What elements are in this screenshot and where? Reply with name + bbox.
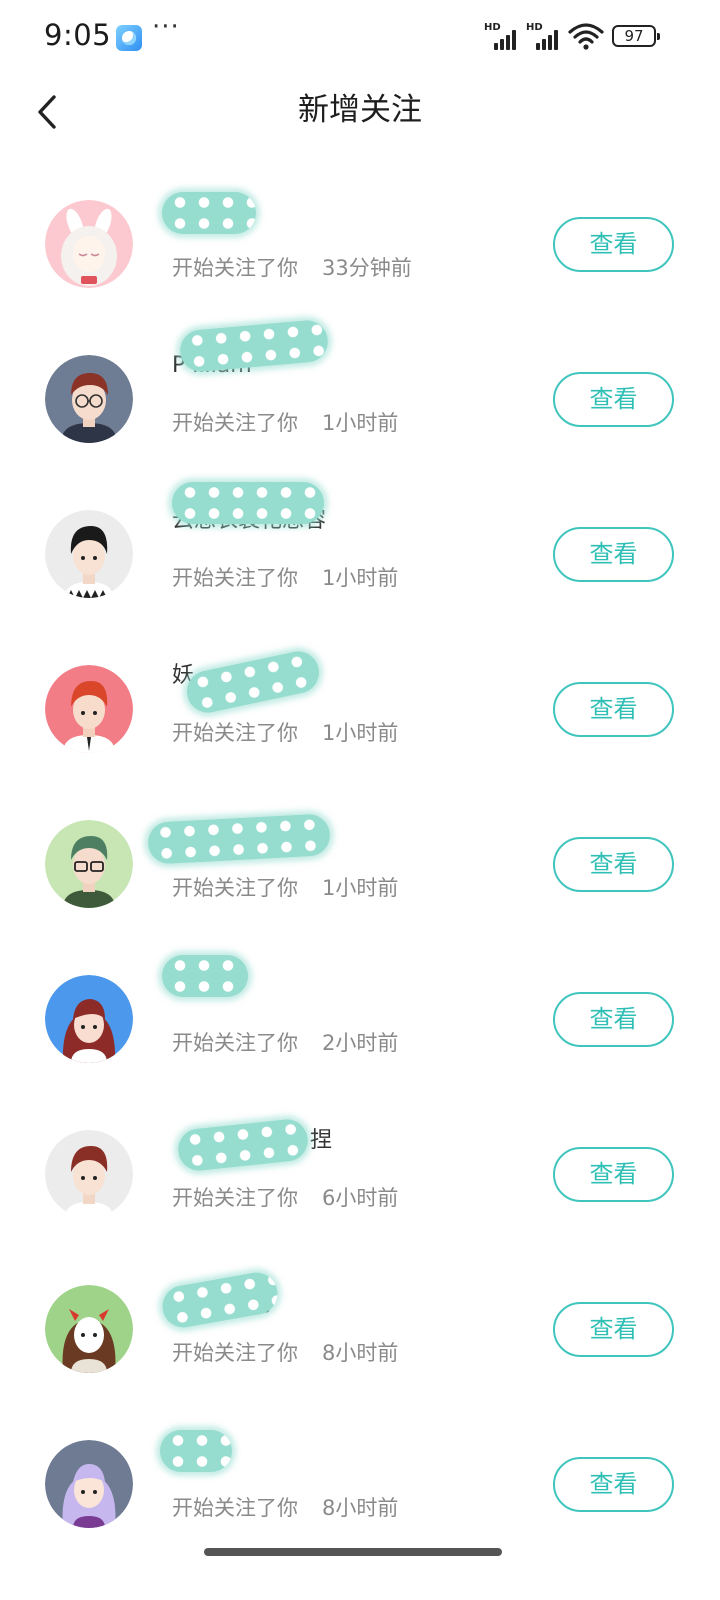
avatar[interactable]	[45, 200, 133, 288]
list-item[interactable]: 捏 开始关注了你 6小时前 查看	[0, 1098, 720, 1253]
view-button[interactable]: 查看	[553, 1457, 674, 1512]
follow-text: 开始关注了你	[172, 411, 298, 435]
avatar[interactable]	[45, 1440, 133, 1528]
avatar[interactable]	[45, 1285, 133, 1373]
follow-text: 开始关注了你	[172, 1496, 298, 1520]
avatar-woman-red-hair	[45, 975, 133, 1063]
avatar-girl-bunny-ears	[45, 200, 133, 288]
status-bar: 9:05 ··· HD HD 97	[0, 0, 720, 76]
battery-icon: 97	[612, 25, 660, 47]
avatar-boy-black-hair	[45, 510, 133, 598]
follow-text: 开始关注了你	[172, 1186, 298, 1210]
follow-text: 开始关注了你	[172, 256, 298, 280]
avatar-girl-purple-hair	[45, 1440, 133, 1528]
view-button[interactable]: 查看	[553, 992, 674, 1047]
avatar[interactable]	[45, 355, 133, 443]
list-item[interactable]: 开始关注了你 2小时前 查看	[0, 943, 720, 1098]
list-item[interactable]: 开始关注了你 1小时前 查看	[0, 788, 720, 943]
follow-info: 开始关注了你 33分钟前	[172, 252, 412, 284]
avatar-girl-devil-horns	[45, 1285, 133, 1373]
follow-info: 开始关注了你 2小时前	[172, 1027, 398, 1059]
signal-icon: HD	[484, 22, 520, 50]
view-button[interactable]: 查看	[553, 682, 674, 737]
avatar[interactable]	[45, 1130, 133, 1218]
list-item[interactable]: 开始关注了你 33分钟前 查看	[0, 168, 720, 323]
view-button[interactable]: 查看	[553, 837, 674, 892]
follow-info: 开始关注了你 1小时前	[172, 872, 398, 904]
view-button[interactable]: 查看	[553, 372, 674, 427]
avatar-boy-brown-hair	[45, 1130, 133, 1218]
browser-app-icon	[116, 25, 142, 51]
follow-text: 开始关注了你	[172, 1341, 298, 1365]
follow-text: 开始关注了你	[172, 566, 298, 590]
follow-list: 开始关注了你33分钟前 查看 P illiam 开始关注了你1小时前 查看	[0, 168, 720, 1563]
signal-hd-label: HD	[526, 22, 543, 33]
follow-time: 8小时前	[322, 1496, 399, 1520]
list-item[interactable]: 之后。 开始关注了你8小时前 查看	[0, 1253, 720, 1408]
signal-hd-label: HD	[484, 22, 501, 33]
page-title: 新增关注	[298, 92, 422, 128]
list-item[interactable]: 开始关注了你 8小时前 查看	[0, 1408, 720, 1563]
avatar-man-green-hair	[45, 820, 133, 908]
signal-icon: HD	[526, 22, 562, 50]
follow-info: 开始关注了你 8小时前	[172, 1492, 398, 1524]
follow-text: 开始关注了你	[172, 1031, 298, 1055]
user-name: 捏	[310, 1128, 333, 1153]
avatar[interactable]	[45, 510, 133, 598]
status-more-icon: ···	[152, 12, 180, 42]
follow-info: 开始关注了你 1小时前	[172, 562, 398, 594]
follow-info: 开始关注了你 1小时前	[172, 407, 398, 439]
list-item[interactable]: 云想衣裳花想容 开始关注了你1小时前 查看	[0, 478, 720, 633]
follow-text: 开始关注了你	[172, 876, 298, 900]
avatar[interactable]	[45, 975, 133, 1063]
list-item[interactable]: 妖 开始关注了你 1小时前 查看	[0, 633, 720, 788]
wifi-icon	[568, 22, 604, 50]
follow-time: 1小时前	[322, 411, 399, 435]
follow-text: 开始关注了你	[172, 721, 298, 745]
follow-info: 开始关注了你 1小时前	[172, 717, 398, 749]
follow-time: 1小时前	[322, 876, 399, 900]
follow-time: 2小时前	[322, 1031, 399, 1055]
follow-time: 8小时前	[322, 1341, 399, 1365]
list-item[interactable]: P illiam 开始关注了你1小时前 查看	[0, 318, 720, 478]
view-button[interactable]: 查看	[553, 217, 674, 272]
header: 新增关注	[0, 76, 720, 148]
avatar[interactable]	[45, 820, 133, 908]
home-indicator[interactable]	[204, 1548, 502, 1556]
status-time: 9:05	[44, 18, 112, 52]
view-button[interactable]: 查看	[553, 1302, 674, 1357]
avatar-redhead-man	[45, 665, 133, 753]
avatar[interactable]	[45, 665, 133, 753]
follow-time: 1小时前	[322, 721, 399, 745]
follow-time: 1小时前	[322, 566, 399, 590]
follow-info: 开始关注了你 8小时前	[172, 1337, 398, 1369]
view-button[interactable]: 查看	[553, 527, 674, 582]
avatar-man-glasses	[45, 355, 133, 443]
follow-time: 33分钟前	[322, 256, 412, 280]
follow-info: 开始关注了你 6小时前	[172, 1182, 398, 1214]
view-button[interactable]: 查看	[553, 1147, 674, 1202]
follow-time: 6小时前	[322, 1186, 399, 1210]
